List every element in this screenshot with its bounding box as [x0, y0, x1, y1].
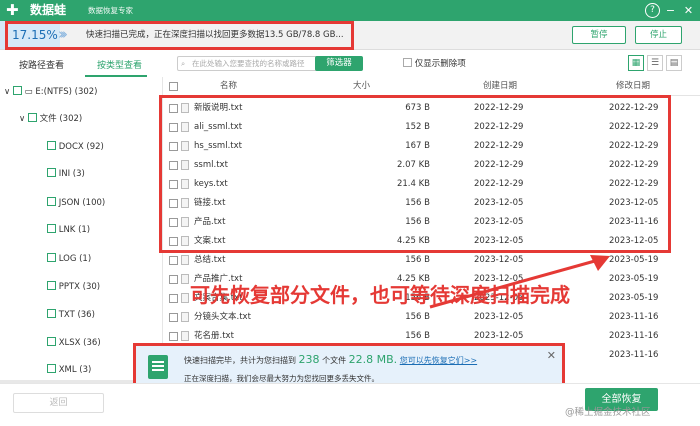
row-checkbox[interactable] [169, 275, 178, 284]
select-all-checkbox[interactable] [169, 82, 178, 91]
type-checkbox[interactable] [47, 253, 56, 262]
type-label: TXT (36) [58, 310, 95, 320]
chevron-down-icon[interactable]: ∨ [19, 114, 25, 124]
tree-item-folder[interactable]: ∨ 文件 (302) [19, 112, 82, 126]
tree-item-type[interactable]: TXT (36) [47, 308, 95, 322]
title-bar: ✚ 数据蛙 数据恢复专家 ? − ✕ [0, 0, 700, 21]
file-name: 分镜头文本.txt [194, 312, 251, 322]
deleted-only-checkbox[interactable] [403, 58, 412, 67]
grid-view-icon[interactable]: ▦ [628, 55, 644, 71]
row-checkbox[interactable] [169, 294, 178, 303]
detail-view-icon[interactable]: ▤ [666, 55, 682, 71]
chevron-down-icon[interactable]: ∨ [4, 87, 10, 97]
deleted-only-label: 仅显示删除项 [414, 59, 466, 69]
text-file-icon [181, 274, 189, 284]
notice-line-1: 快速扫描完毕，共计为您扫描到 238 个文件 22.8 MB. 您可以先恢复它们… [184, 353, 477, 368]
text-file-icon [181, 293, 189, 303]
app-subtitle: 数据恢复专家 [88, 6, 133, 15]
list-view-icon[interactable]: ☰ [647, 55, 663, 71]
annotation-arrow [429, 255, 610, 309]
text-file-icon [181, 255, 189, 265]
drive-label: E:(NTFS) (302) [35, 87, 98, 97]
tree-item-type[interactable]: XLSX (36) [47, 336, 101, 350]
column-size[interactable]: 大小 [353, 78, 370, 95]
tree-item-type[interactable]: DOCX (92) [47, 140, 104, 154]
search-icon: ⌕ [181, 59, 186, 68]
tree-item-type[interactable]: JSON (100) [47, 196, 105, 210]
type-label: LOG (1) [58, 254, 92, 264]
recover-now-link[interactable]: 您可以先恢复它们>> [400, 356, 477, 365]
deleted-only-toggle[interactable]: 仅显示删除项 [403, 58, 466, 70]
notice-mid: 个文件 [322, 356, 347, 365]
type-checkbox[interactable] [47, 309, 56, 318]
notice-file-count: 238 [298, 353, 320, 366]
type-label: PPTX (30) [58, 282, 101, 292]
file-name: 总结.txt [194, 255, 226, 265]
search-input[interactable]: ⌕ 在此处输入您要查找的名称或路径 [177, 56, 330, 71]
close-icon[interactable]: ✕ [547, 349, 556, 362]
stop-button[interactable]: 停止 [635, 26, 682, 44]
tree-item-type[interactable]: LNK (1) [47, 223, 90, 237]
type-label: LNK (1) [58, 225, 91, 235]
type-checkbox[interactable] [47, 224, 56, 233]
row-checkbox[interactable] [169, 256, 178, 265]
file-modified: 2023-11-16 [609, 350, 659, 360]
app-name: 数据蛙 [30, 3, 67, 17]
tab-by-type[interactable]: 按类型查看 [97, 58, 142, 74]
text-file-icon [181, 312, 189, 322]
type-checkbox[interactable] [47, 197, 56, 206]
tree-item-type[interactable]: XML (3) [47, 363, 91, 377]
tree-item-type[interactable]: INI (3) [47, 167, 85, 181]
column-modified[interactable]: 修改日期 [616, 78, 650, 95]
row-checkbox[interactable] [169, 332, 178, 341]
sidebar-tree: ∨ ▭ E:(NTFS) (302) ∨ 文件 (302) DOCX (92) … [0, 77, 163, 404]
tree-item-type[interactable]: LOG (1) [47, 252, 91, 266]
drive-checkbox[interactable] [12, 86, 22, 95]
notice-prefix: 快速扫描完毕，共计为您扫描到 [184, 356, 296, 365]
tree-item-type[interactable]: PPTX (30) [47, 280, 100, 294]
type-label: XML (3) [58, 365, 92, 375]
type-checkbox[interactable] [47, 141, 56, 150]
document-icon [148, 355, 168, 379]
type-checkbox[interactable] [47, 364, 56, 373]
type-checkbox[interactable] [47, 337, 56, 346]
progress-highlight-box [5, 21, 354, 50]
close-icon[interactable]: ✕ [681, 3, 696, 18]
search-placeholder: 在此处输入您要查找的名称或路径 [192, 59, 305, 68]
column-created[interactable]: 创建日期 [483, 78, 517, 95]
type-checkbox[interactable] [47, 168, 56, 177]
column-name[interactable]: 名称 [220, 78, 237, 95]
row-checkbox[interactable] [169, 313, 178, 322]
type-label: INI (3) [58, 169, 85, 179]
file-modified: 2023-11-16 [609, 331, 659, 341]
app-logo-icon: ✚ [6, 1, 19, 19]
back-button[interactable]: 返回 [13, 393, 104, 413]
view-tabs: 按路径查看 按类型查看 [0, 58, 163, 77]
pause-button[interactable]: 暂停 [572, 26, 626, 44]
type-checkbox[interactable] [47, 281, 56, 290]
rows-highlight-box [159, 95, 671, 253]
notice-size: 22.8 MB. [348, 353, 398, 366]
watermark: @稀土掘金技术社区 [565, 407, 651, 418]
folder-checkbox[interactable] [27, 113, 37, 122]
type-label: DOCX (92) [58, 142, 104, 152]
text-file-icon [181, 331, 189, 341]
drive-icon: ▭ [24, 87, 33, 97]
filter-button[interactable]: 筛选器 [315, 56, 363, 71]
file-table-header: 名称 大小 创建日期 修改日期 [163, 78, 700, 96]
help-icon[interactable]: ? [645, 3, 660, 18]
type-label: JSON (100) [58, 198, 106, 208]
tree-item-drive[interactable]: ∨ ▭ E:(NTFS) (302) [4, 85, 98, 99]
minimize-icon[interactable]: − [663, 3, 678, 18]
folder-label: 文件 (302) [39, 114, 83, 124]
type-label: XLSX (36) [58, 338, 101, 348]
tab-by-path[interactable]: 按路径查看 [19, 58, 64, 74]
